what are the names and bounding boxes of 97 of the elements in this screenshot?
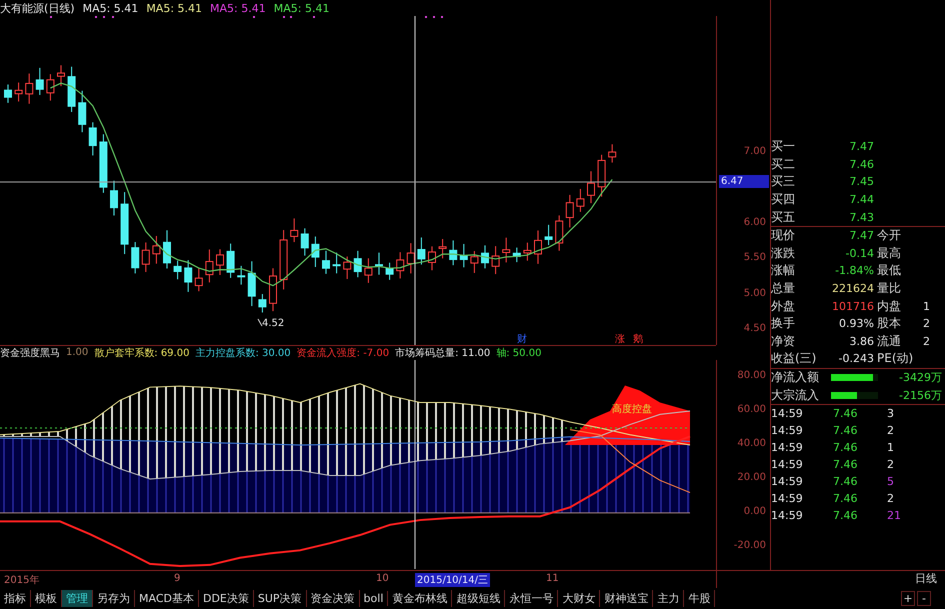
stock-title: 大有能源(日线)	[0, 0, 75, 16]
date-label: 2015/10/14/三	[415, 573, 490, 587]
trade-volume: 21	[887, 508, 902, 522]
stat-label: 总量	[771, 280, 796, 298]
trade-price: 7.46	[833, 508, 858, 522]
bid-label: 买三	[771, 173, 796, 190]
stat-label: 收益(三)	[771, 350, 818, 368]
stat-value: 2	[923, 317, 931, 330]
trade-volume: 2	[887, 458, 895, 471]
indicator-parameter: 市场筹码总量: 11.00	[395, 346, 490, 360]
trade-price: 7.46	[833, 406, 858, 420]
trade-time: 14:59	[771, 508, 804, 522]
indicator-parameter: 散户套牢系数: 69.00	[94, 346, 190, 360]
stat-label: 最低	[877, 262, 902, 280]
stat-value: 101716	[831, 300, 875, 313]
trade-price: 7.46	[833, 458, 858, 471]
stat-label: PE(动)	[877, 350, 914, 368]
stat-value: -1.84%	[834, 264, 875, 278]
stat-label: 股本	[877, 315, 902, 332]
trade-time: 14:59	[771, 458, 804, 471]
event-mark: 财	[517, 332, 527, 346]
indicator-parameter: 资金流入强度: -7.00	[296, 346, 390, 360]
stat-label: 内盘	[877, 298, 902, 315]
stat-value: -0.14	[844, 246, 875, 260]
trade-price: 7.46	[833, 474, 858, 488]
bid-price: 7.45	[848, 175, 875, 188]
event-mark: 涨	[615, 332, 625, 346]
indicator-tick-label: 0.00	[744, 506, 766, 517]
price-tick-label: 7.00	[744, 146, 766, 157]
trade-time: 14:59	[771, 424, 804, 437]
stat-label: 涨跌	[771, 244, 796, 262]
trade-time: 14:59	[771, 406, 804, 420]
moving-average-label: MA5: 5.41	[210, 2, 266, 14]
stat-label: 涨幅	[771, 262, 796, 280]
date-label: 2015年	[3, 574, 40, 587]
stat-value: -0.243	[838, 352, 875, 366]
trade-time: 14:59	[771, 492, 804, 505]
flow-value: -3429万	[898, 370, 943, 386]
stat-label: 今开	[877, 227, 902, 244]
stat-label: 量比	[877, 280, 902, 298]
stat-value: 2	[923, 334, 931, 348]
moving-average-label: MA5: 5.41	[82, 2, 138, 14]
indicator-tick-label: 40.00	[737, 438, 766, 449]
indicator-tick-label: 80.00	[737, 370, 766, 381]
stat-value: 7.47	[848, 229, 875, 242]
bid-label: 买一	[771, 138, 796, 156]
stat-label: 最高	[877, 244, 902, 262]
price-tick-label: 6.00	[744, 216, 766, 228]
trade-volume: 5	[887, 474, 895, 488]
date-label: 11	[545, 573, 560, 584]
indicator-parameter: 主力控盘系数: 30.00	[195, 346, 291, 360]
bid-price: 7.43	[848, 210, 875, 224]
low-price-label: 4.52	[262, 318, 284, 329]
stat-label: 换手	[771, 315, 796, 332]
date-label: 9	[173, 573, 182, 584]
price-tick-label: 4.50	[744, 323, 766, 334]
moving-average-label: MA5: 5.41	[274, 2, 330, 14]
indicator-tick-label: 60.00	[737, 404, 766, 415]
stat-value: 3.86	[848, 334, 875, 348]
bid-label: 买四	[771, 191, 796, 208]
crosshair-price-label: 6.47	[719, 175, 769, 188]
indicator-name: 资金强度黑马	[0, 346, 60, 360]
bid-price: 7.46	[848, 158, 875, 171]
price-tick-label: 5.50	[744, 252, 766, 264]
price-tick-label: 5.00	[744, 288, 766, 299]
flow-value: -2156万	[898, 388, 943, 403]
event-mark: 鹅	[633, 332, 643, 346]
stat-label: 流通	[877, 332, 902, 350]
area-label: 高度控盘	[612, 402, 652, 416]
trade-volume: 2	[887, 424, 895, 437]
stat-label: 净资	[771, 332, 796, 350]
period-label: 日线	[915, 571, 937, 587]
trade-time: 14:59	[771, 440, 804, 454]
indicator-tick-label: 20.00	[737, 472, 766, 483]
stat-label: 外盘	[771, 298, 796, 315]
trade-volume: 1	[887, 440, 895, 454]
bid-label: 买二	[771, 156, 796, 173]
stat-value: 221624	[831, 282, 875, 296]
flow-label: 大宗流入	[771, 386, 820, 404]
stat-label: 现价	[771, 227, 796, 244]
trade-price: 7.46	[833, 492, 858, 505]
bid-price: 7.47	[848, 140, 875, 154]
trade-price: 7.46	[833, 424, 858, 437]
trade-volume: 3	[887, 406, 895, 420]
bid-price: 7.44	[848, 193, 875, 206]
moving-average-label: MA5: 5.41	[146, 2, 202, 14]
date-label: 10	[375, 573, 390, 584]
trade-volume: 2	[887, 492, 895, 505]
trade-time: 14:59	[771, 474, 804, 488]
flow-label: 净流入额	[771, 369, 820, 386]
stat-value: 1	[923, 300, 931, 313]
indicator-parameter: 轴: 50.00	[496, 346, 542, 360]
indicator-tick-label: -20.00	[734, 540, 766, 551]
indicator-parameter: 1.00	[66, 347, 88, 358]
trade-price: 7.46	[833, 440, 858, 454]
stat-value: 0.93%	[838, 317, 875, 330]
bid-label: 买五	[771, 208, 796, 226]
